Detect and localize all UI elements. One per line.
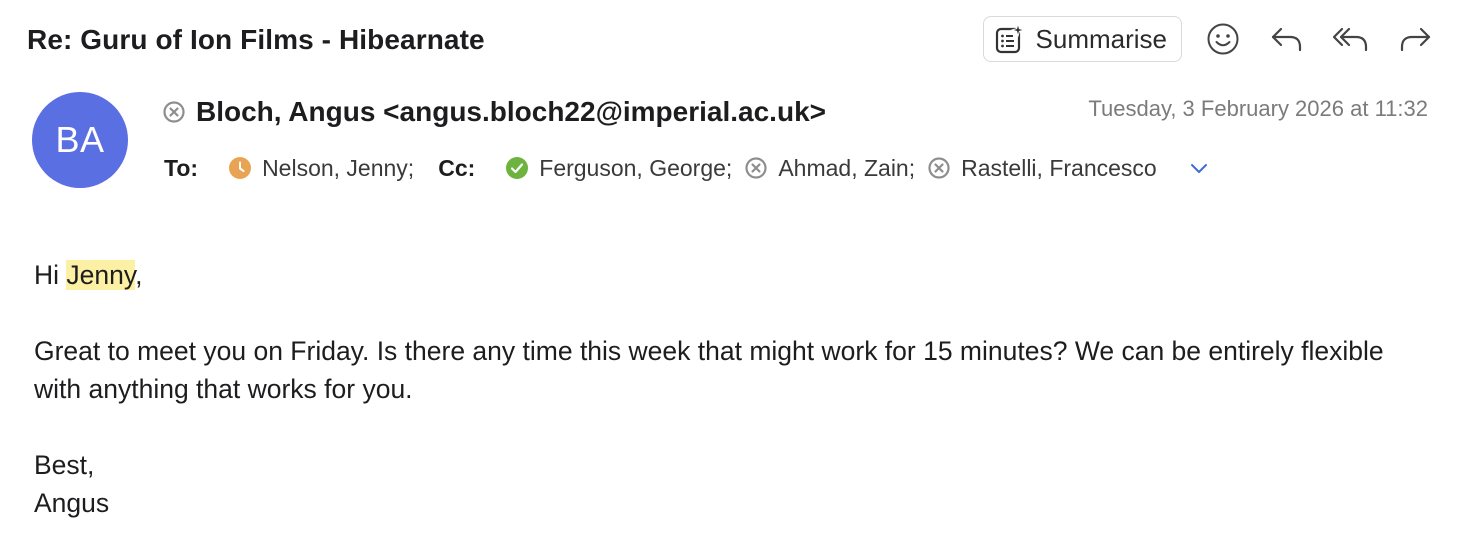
greeting: Hi Jenny, [34, 256, 1434, 294]
greeting-suffix: , [135, 260, 143, 290]
body-paragraph: Great to meet you on Friday. Is there an… [34, 336, 1384, 404]
email-subject: Re: Guru of Ion Films - Hibearnate [27, 24, 485, 55]
greeting-prefix: Hi [34, 260, 67, 290]
message-toolbar: Summarise [982, 16, 1438, 62]
recipient-name: Rastelli, Francesco [961, 154, 1157, 181]
sender-name[interactable]: Bloch, Angus <angus.bloch22@imperial.ac.… [196, 96, 826, 128]
forward-icon[interactable] [1392, 16, 1438, 62]
recipient-cc[interactable]: Ahmad, Zain; [744, 155, 915, 182]
recipient-name: Nelson, Jenny; [262, 154, 415, 181]
sender-row: Bloch, Angus <angus.bloch22@imperial.ac.… [162, 96, 826, 128]
chevron-down-icon[interactable] [1189, 161, 1209, 175]
email-date: Tuesday, 3 February 2026 at 11:32 [1088, 96, 1428, 121]
unavailable-status-icon [162, 100, 186, 124]
unavailable-status-icon [744, 156, 768, 180]
cc-label: Cc: [438, 154, 476, 181]
recipients-row: To: Nelson, Jenny; Cc: Ferguson, George; [164, 152, 1209, 184]
reply-icon[interactable] [1264, 16, 1310, 62]
recipient-name: Ferguson, George; [539, 154, 733, 181]
unavailable-status-icon [927, 156, 951, 180]
to-label: To: [164, 154, 199, 181]
emoji-icon[interactable] [1200, 16, 1246, 62]
highlighted-name[interactable]: Jenny [66, 260, 136, 290]
email-body: Hi Jenny, Great to meet you on Friday. I… [34, 256, 1434, 522]
signature: Angus [34, 488, 110, 518]
reply-all-icon[interactable] [1328, 16, 1374, 62]
available-status-icon [505, 156, 529, 180]
away-status-icon [228, 156, 252, 180]
sender-avatar[interactable]: BA [32, 92, 128, 188]
summarise-label: Summarise [1035, 23, 1167, 54]
recipient-cc[interactable]: Rastelli, Francesco [927, 155, 1157, 182]
recipient-name: Ahmad, Zain; [778, 154, 916, 181]
summarise-icon [994, 23, 1026, 55]
recipient-to[interactable]: Nelson, Jenny; [228, 155, 414, 182]
summarise-button[interactable]: Summarise [982, 16, 1182, 62]
signoff: Best, [34, 450, 95, 480]
recipient-cc[interactable]: Ferguson, George; [505, 155, 732, 182]
